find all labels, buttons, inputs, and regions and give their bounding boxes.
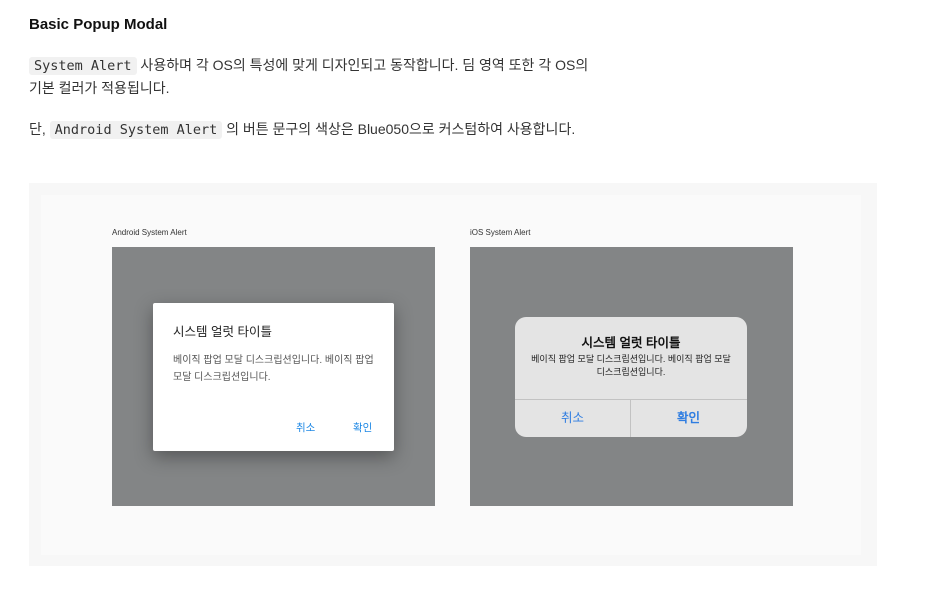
android-dim-screen: 시스템 얼럿 타이틀 베이직 팝업 모달 디스크립션입니다. 베이직 팝업 모달…	[112, 247, 435, 506]
description-paragraph-2: 단, Android System Alert 의 버튼 문구의 색상은 Blu…	[29, 118, 599, 141]
code-system-alert: System Alert	[29, 57, 137, 75]
android-confirm-button[interactable]: 확인	[353, 420, 372, 435]
ios-dim-screen: 시스템 얼럿 타이틀 베이직 팝업 모달 디스크립션입니다. 베이직 팝업 모달…	[470, 247, 793, 506]
ios-dialog-title: 시스템 얼럿 타이틀	[581, 336, 681, 350]
code-android-system-alert: Android System Alert	[49, 121, 223, 139]
ios-confirm-button[interactable]: 확인	[631, 400, 746, 437]
android-cancel-button[interactable]: 취소	[296, 420, 315, 435]
ios-cancel-button[interactable]: 취소	[515, 400, 630, 437]
android-dialog-description: 베이직 팝업 모달 디스크립션입니다. 베이직 팝업 모달 디스크립션입니다.	[173, 355, 374, 383]
ios-alert-dialog: 시스템 얼럿 타이틀 베이직 팝업 모달 디스크립션입니다. 베이직 팝업 모달…	[515, 317, 747, 437]
ios-dialog-description: 베이직 팝업 모달 디스크립션입니다. 베이직 팝업 모달 디스크립션입니다.	[531, 354, 731, 377]
android-alert-dialog: 시스템 얼럿 타이틀 베이직 팝업 모달 디스크립션입니다. 베이직 팝업 모달…	[153, 303, 394, 451]
android-dialog-title: 시스템 얼럿 타이틀	[173, 325, 272, 339]
page-title: Basic Popup Modal	[29, 16, 168, 33]
description-paragraph-1: System Alert 사용하며 각 OS의 특성에 맞게 디자인되고 동작합…	[29, 54, 599, 99]
android-caption: Android System Alert	[112, 228, 187, 237]
ios-caption: iOS System Alert	[470, 228, 531, 237]
paragraph-2-prefix: 단,	[29, 121, 50, 137]
paragraph-2-text: 의 버튼 문구의 색상은 Blue050으로 커스텀하여 사용합니다.	[222, 121, 576, 137]
